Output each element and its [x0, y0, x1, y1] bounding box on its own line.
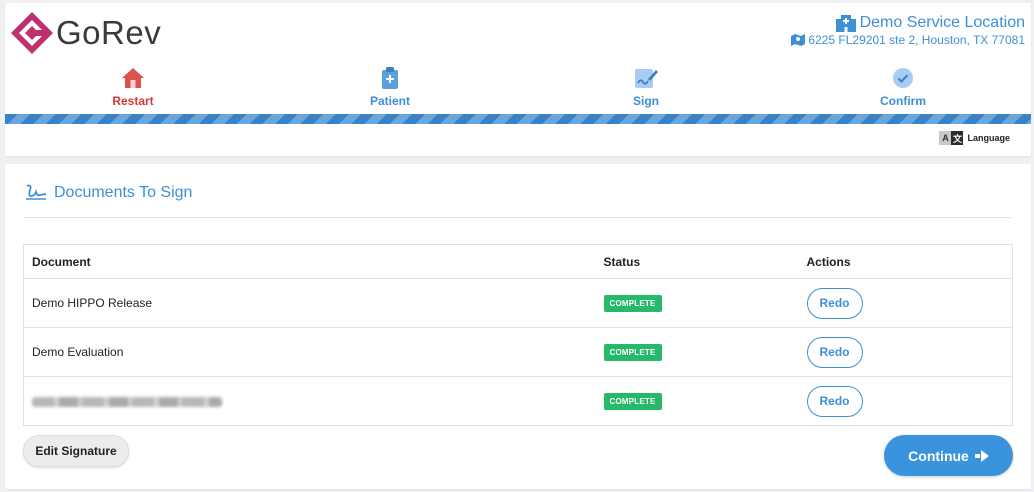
step-patient[interactable]: Patient: [330, 65, 450, 108]
edit-signature-button[interactable]: Edit Signature: [23, 435, 129, 467]
document-name-redacted: [23, 376, 596, 426]
step-restart[interactable]: Restart: [73, 65, 193, 108]
step-sign-label: Sign: [633, 94, 659, 108]
header-actions: Actions: [798, 244, 1013, 279]
signature-pen-icon: [26, 184, 47, 200]
location-address: 6225 FL29201 ste 2, Houston, TX 77081: [808, 33, 1025, 47]
hospital-icon: [835, 14, 856, 32]
continue-button[interactable]: Continue: [884, 435, 1013, 476]
table-header-row: Document Status Actions: [23, 244, 1013, 279]
redo-button[interactable]: Redo: [806, 385, 863, 417]
title-divider: [24, 217, 1012, 218]
signature-icon: [635, 69, 658, 88]
header: GoRev Demo Service Location 6225 FL29201…: [5, 3, 1031, 156]
header-status: Status: [595, 244, 799, 279]
redacted-text: [32, 396, 222, 407]
table-row: Demo HIPPO Release COMPLETE Redo: [23, 278, 1013, 328]
redo-button[interactable]: Redo: [806, 336, 863, 368]
language-label: Language: [967, 133, 1010, 143]
check-circle-icon: [893, 68, 913, 88]
translate-icon: A 文: [939, 131, 964, 145]
documents-title: Documents To Sign: [24, 183, 192, 203]
documents-table: Document Status Actions Demo HIPPO Relea…: [23, 244, 1013, 426]
step-restart-label: Restart: [112, 94, 154, 108]
document-name: Demo HIPPO Release: [23, 278, 596, 328]
header-document: Document: [23, 244, 596, 279]
status-badge: COMPLETE: [603, 343, 662, 361]
step-sign[interactable]: Sign: [586, 65, 706, 108]
language-selector[interactable]: A 文 Language: [939, 131, 1010, 145]
document-name: Demo Evaluation: [23, 327, 596, 377]
gorev-logo[interactable]: GoRev: [10, 8, 161, 58]
status-badge: COMPLETE: [603, 392, 662, 410]
clipboard-icon: [382, 67, 398, 89]
continue-label: Continue: [908, 447, 969, 464]
gorev-logo-icon: [11, 12, 53, 54]
service-location: Demo Service Location 6225 FL29201 ste 2…: [791, 14, 1025, 47]
brand-name: GoRev: [56, 14, 162, 51]
progress-steps: Restart Patient Sign Confirm: [5, 65, 1031, 111]
table-row: Demo Evaluation COMPLETE Redo: [23, 327, 1013, 377]
home-icon: [122, 68, 144, 88]
documents-card: Documents To Sign Document Status Action…: [5, 164, 1031, 489]
step-confirm[interactable]: Confirm: [843, 65, 963, 108]
table-row: COMPLETE Redo: [23, 376, 1013, 426]
step-confirm-label: Confirm: [880, 94, 926, 108]
step-patient-label: Patient: [369, 94, 410, 108]
map-icon: [791, 34, 806, 46]
location-name: Demo Service Location: [859, 14, 1025, 31]
progress-stripe: [5, 114, 1031, 124]
arrow-right-icon: [974, 449, 989, 462]
status-badge: COMPLETE: [603, 294, 662, 312]
redo-button[interactable]: Redo: [806, 287, 863, 319]
